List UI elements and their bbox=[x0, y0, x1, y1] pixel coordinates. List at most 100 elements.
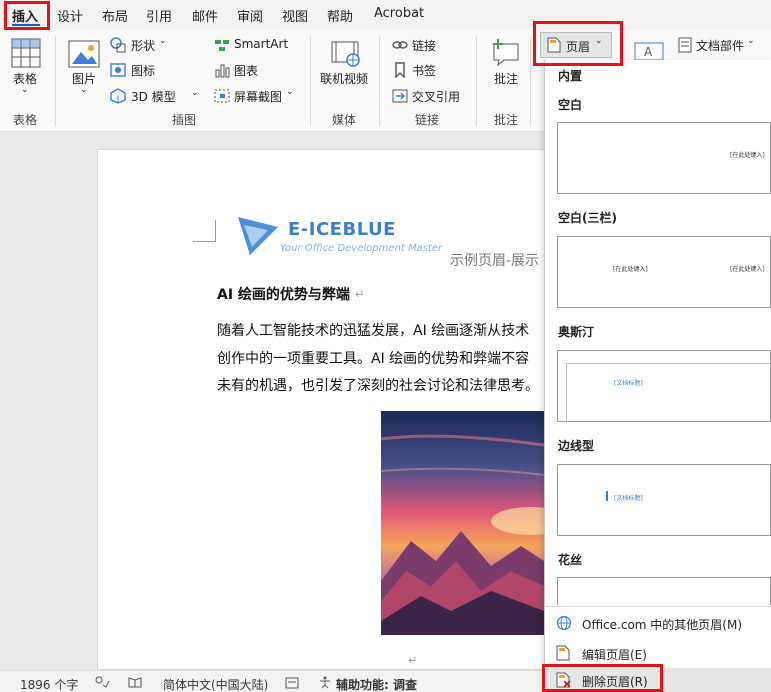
crop-mark bbox=[193, 241, 215, 242]
thumb-placeholder: [文档标题] bbox=[614, 495, 643, 502]
link-icon bbox=[392, 37, 408, 56]
model3d-button[interactable]: 3D 模型 bbox=[131, 88, 176, 105]
tab-mailings[interactable]: 邮件 bbox=[192, 6, 218, 25]
online-video-button[interactable] bbox=[331, 40, 361, 71]
thumb-placeholder: [文档标题] bbox=[614, 380, 643, 387]
header-style-blank-three-column[interactable]: [在此处键入] [在此处键入] bbox=[557, 236, 771, 308]
model3d-chevron-icon[interactable]: ⌄ bbox=[191, 88, 199, 98]
smartart-button[interactable]: SmartArt bbox=[234, 37, 288, 51]
header-text[interactable]: 示例页眉-展示 bbox=[450, 250, 539, 270]
table-button[interactable] bbox=[11, 38, 41, 71]
mountain-sunset-image bbox=[381, 411, 544, 635]
crossref-icon bbox=[392, 88, 408, 107]
paragraph-line[interactable]: 未有的机遇，也引发了深刻的社会讨论和法律思考。 bbox=[217, 376, 539, 396]
tab-references[interactable]: 引用 bbox=[146, 6, 172, 25]
group-label-tables: 表格 bbox=[13, 113, 38, 127]
tab-acrobat[interactable]: Acrobat bbox=[374, 6, 424, 21]
comment-icon bbox=[493, 39, 519, 67]
gallery-section-builtin: 内置 bbox=[558, 69, 583, 83]
bookmark-button[interactable]: 书签 bbox=[412, 62, 436, 79]
read-mode-icon[interactable] bbox=[128, 676, 142, 691]
table-icon bbox=[11, 38, 41, 68]
online-video-icon bbox=[331, 41, 360, 67]
thumb-placeholder: [在此处键入] bbox=[730, 266, 765, 273]
thumb-frame bbox=[566, 363, 771, 423]
header-button-highlight bbox=[533, 21, 623, 66]
header-style-sideline[interactable]: [文档标题] bbox=[557, 464, 771, 536]
screenshot-icon bbox=[214, 88, 230, 107]
group-label-comments: 批注 bbox=[494, 113, 519, 127]
shapes-chevron-icon[interactable]: ⌄ bbox=[159, 36, 167, 46]
header-style-blank[interactable]: [在此处键入] bbox=[557, 122, 771, 194]
header-style-austin[interactable]: [文档标题] bbox=[557, 350, 771, 423]
docparts-button[interactable]: 文档部件 bbox=[696, 37, 744, 54]
tab-help[interactable]: 帮助 bbox=[327, 6, 353, 25]
menu-item-label: Office.com 中的其他页眉(M) bbox=[582, 618, 743, 632]
link-button[interactable]: 链接 bbox=[412, 37, 436, 54]
shapes-button[interactable]: 形状 bbox=[131, 37, 155, 54]
docparts-chevron-icon[interactable]: ⌄ bbox=[747, 36, 755, 46]
docparts-icon bbox=[678, 37, 692, 56]
thumb-placeholder: [在此处键入] bbox=[730, 152, 765, 159]
picture-button[interactable] bbox=[68, 40, 100, 71]
tab-review[interactable]: 审阅 bbox=[237, 6, 263, 25]
crossref-button[interactable]: 交叉引用 bbox=[412, 88, 460, 105]
group-label-links: 链接 bbox=[415, 113, 440, 127]
proofing-icon[interactable] bbox=[94, 676, 110, 691]
table-chevron-icon[interactable]: ⌄ bbox=[21, 85, 29, 95]
logo-brand-text: E-ICEBLUE bbox=[288, 219, 396, 240]
paragraph-mark: ↵ bbox=[355, 288, 365, 301]
ribbon-separator bbox=[310, 36, 311, 126]
menu-divider bbox=[544, 606, 771, 607]
screenshot-button[interactable]: 屏幕截图 bbox=[234, 88, 282, 105]
tab-view[interactable]: 视图 bbox=[282, 6, 308, 25]
thumb-sideline bbox=[606, 491, 608, 501]
tab-design[interactable]: 设计 bbox=[57, 6, 83, 25]
gallery-style-name: 空白(三栏) bbox=[558, 211, 617, 225]
paragraph-line[interactable]: 创作中的一项重要工具。AI 绘画的优势和弊端不容 bbox=[217, 349, 529, 369]
language-status[interactable]: 简体中文(中国大陆) bbox=[163, 676, 268, 692]
tab-layout[interactable]: 布局 bbox=[102, 6, 128, 25]
group-label-media: 媒体 bbox=[332, 113, 357, 127]
model3d-icon bbox=[110, 88, 126, 107]
more-headers-from-office-menu-item[interactable]: Office.com 中的其他页眉(M) bbox=[546, 611, 771, 637]
ribbon-separator bbox=[530, 36, 531, 126]
comment-label[interactable]: 批注 bbox=[494, 70, 518, 87]
globe-icon bbox=[556, 615, 572, 634]
group-label-illustrations: 插图 bbox=[172, 113, 197, 127]
document-image[interactable] bbox=[381, 411, 544, 635]
focus-icon[interactable] bbox=[285, 677, 299, 692]
svg-text:A: A bbox=[644, 45, 653, 59]
logo-tagline: Your Office Development Master bbox=[280, 243, 443, 254]
chart-button[interactable]: 图表 bbox=[234, 62, 258, 79]
ribbon-separator bbox=[379, 36, 380, 126]
smartart-icon bbox=[214, 37, 230, 56]
icons-icon bbox=[110, 62, 126, 81]
crop-mark bbox=[215, 220, 216, 242]
bookmark-icon bbox=[393, 62, 407, 81]
paragraph-line[interactable]: 随着人工智能技术的迅猛发展，AI 绘画逐渐从技术 bbox=[217, 321, 529, 341]
edit-header-icon bbox=[556, 645, 570, 664]
online-video-label[interactable]: 联机视频 bbox=[320, 70, 368, 87]
document-title[interactable]: AI 绘画的优势与弊端 bbox=[217, 285, 350, 305]
header-style-filigree[interactable] bbox=[557, 577, 771, 605]
paragraph-mark: ↵ bbox=[408, 654, 418, 667]
comment-button[interactable] bbox=[491, 38, 521, 69]
icons-button[interactable]: 图标 bbox=[131, 62, 155, 79]
remove-header-highlight bbox=[542, 664, 663, 692]
screenshot-chevron-icon[interactable]: ⌄ bbox=[286, 87, 294, 97]
accessibility-status[interactable]: 辅助功能: 调查 bbox=[336, 676, 417, 692]
ribbon-separator bbox=[476, 36, 477, 126]
accessibility-icon bbox=[318, 676, 332, 692]
chart-icon bbox=[214, 62, 230, 81]
ribbon-separator bbox=[55, 36, 56, 126]
gallery-style-name: 空白 bbox=[558, 98, 583, 112]
thumb-placeholder: [在此处键入] bbox=[613, 266, 648, 273]
picture-icon bbox=[68, 40, 100, 68]
gallery-style-name: 边线型 bbox=[558, 439, 595, 453]
word-count[interactable]: 1896 个字 bbox=[20, 676, 78, 692]
picture-chevron-icon[interactable]: ⌄ bbox=[80, 85, 88, 95]
gallery-style-name: 花丝 bbox=[558, 553, 583, 567]
insert-tab-highlight bbox=[4, 1, 50, 30]
shapes-icon bbox=[110, 37, 126, 56]
